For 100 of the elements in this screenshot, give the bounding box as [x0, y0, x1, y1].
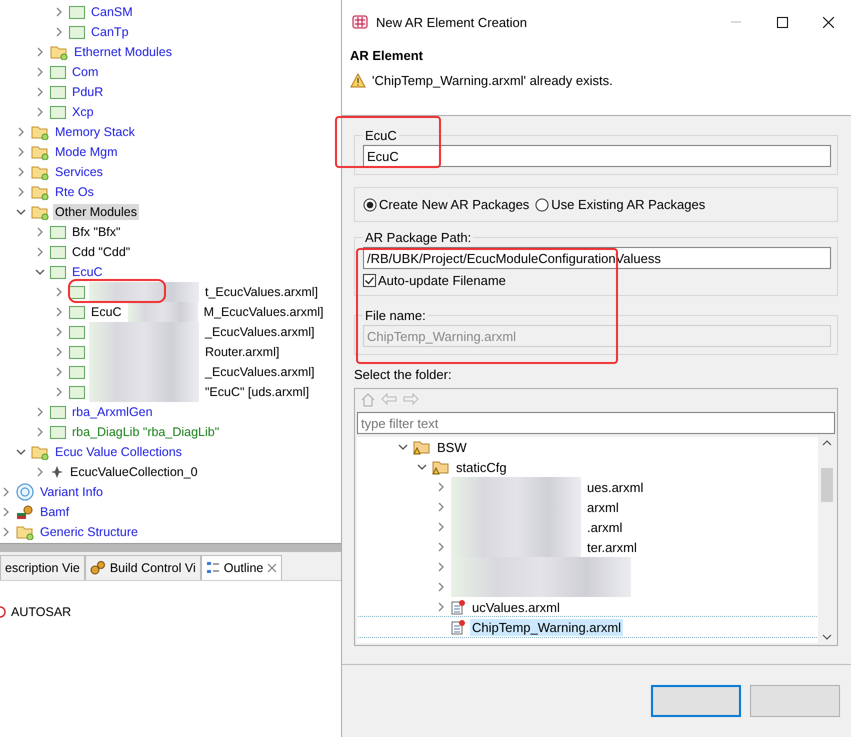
tree-item[interactable]: Bamf: [38, 504, 72, 520]
tree-item[interactable]: Bfx "Bfx": [70, 224, 122, 240]
tree-item[interactable]: M_EcucValues.arxml]: [202, 304, 326, 320]
folder-icon: [31, 164, 49, 180]
folder-tree-row[interactable]: .arxml: [357, 517, 818, 537]
tree-item[interactable]: CanSM: [89, 4, 135, 20]
tree-item[interactable]: "EcuC" [uds.arxml]: [203, 384, 312, 400]
maximize-icon: [776, 16, 788, 28]
tree-item[interactable]: Rte Os: [53, 184, 96, 200]
file-error-icon: [451, 619, 466, 635]
minimize-icon: [731, 21, 741, 23]
scroll-up-icon[interactable]: [822, 440, 832, 446]
tab-label: Build Control Vi: [110, 561, 196, 575]
folder-icon: [16, 524, 34, 540]
tree-item[interactable]: _EcucValues.arxml]: [203, 324, 317, 340]
circle-badge-icon: [16, 483, 34, 501]
tree-item[interactable]: rba_ArxmlGen: [70, 404, 155, 420]
module-icon: [50, 86, 66, 98]
filter-field[interactable]: type filter text: [357, 412, 835, 434]
folder-tree-row[interactable]: BSW: [357, 437, 818, 457]
app-icon: [352, 14, 368, 30]
tree-item[interactable]: _EcucValues.arxml]: [203, 364, 317, 380]
tree-item[interactable]: Services: [53, 164, 105, 180]
folder-tree-row[interactable]: ues.arxml: [357, 477, 818, 497]
tree-item[interactable]: PduR: [70, 84, 106, 100]
view-tab[interactable]: Outline: [200, 555, 282, 580]
tree-item[interactable]: rba_DiagLib "rba_DiagLib": [70, 424, 222, 440]
folder-tree-item-label: .arxml: [586, 518, 624, 536]
folder-warning-icon: [432, 459, 450, 475]
module-icon: [69, 6, 85, 18]
checkbox-icon[interactable]: [363, 274, 376, 287]
auto-update-checkbox[interactable]: Auto-update Filename: [363, 273, 831, 288]
folder-icon: [31, 444, 49, 460]
module-icon: [50, 106, 66, 118]
group-label: File name:: [364, 308, 427, 323]
tree-item[interactable]: Com: [70, 64, 100, 80]
tree-item[interactable]: EcuC: [70, 264, 105, 280]
tree-item[interactable]: t_EcucValues.arxml]: [203, 284, 320, 300]
autosar-node-icon: [0, 606, 8, 618]
tab-label: Outline: [224, 561, 264, 575]
tree-item[interactable]: Ethernet Modules: [72, 44, 174, 60]
scrollbar-thumb[interactable]: [820, 468, 832, 502]
folder-tree-item-label: ucValues.arxml: [471, 598, 561, 616]
group-label: AR Package Path:: [364, 230, 472, 245]
gears-icon: [90, 560, 106, 576]
tree-item[interactable]: Xcp: [70, 104, 96, 120]
folder-icon: [31, 144, 49, 160]
folder-tree-item-label: ter.arxml: [586, 538, 638, 556]
tree-item[interactable]: Memory Stack: [53, 124, 137, 140]
module-icon: [69, 286, 85, 298]
scroll-down-icon[interactable]: [822, 634, 832, 640]
close-icon[interactable]: [267, 563, 278, 573]
tree-item[interactable]: Ecuc Value Collections: [53, 444, 184, 460]
folder-tree-row[interactable]: staticCfg: [357, 457, 818, 477]
folder-icon: [31, 204, 49, 220]
tree-item-label[interactable]: EcuC: [89, 304, 124, 320]
tree-item[interactable]: CanTp: [89, 24, 131, 40]
radio-icon[interactable]: [535, 198, 550, 212]
view-tab[interactable]: escription Vie: [0, 555, 85, 580]
folder-tree-row[interactable]: ChipTemp_Warning.arxml: [357, 617, 818, 637]
tree-item[interactable]: Other Modules: [53, 204, 139, 220]
folder-tree-item-label: BSW: [436, 438, 468, 456]
module-icon: [50, 426, 66, 438]
module-icon: [50, 246, 66, 258]
tree-item[interactable]: EcucValueCollection_0: [68, 464, 200, 480]
module-icon: [50, 406, 66, 418]
folder-tree-item-label: staticCfg: [455, 458, 508, 476]
package-radio[interactable]: Create New AR Packages: [363, 197, 530, 212]
module-icon: [50, 226, 66, 238]
name-field[interactable]: EcuC: [363, 145, 831, 167]
folder-icon: [31, 184, 49, 200]
outline-item[interactable]: AUTOSAR: [11, 605, 72, 619]
radio-selected-icon[interactable]: [363, 198, 377, 212]
dialog-button[interactable]: [651, 685, 741, 717]
module-icon: [69, 26, 85, 38]
module-icon: [69, 326, 85, 338]
folder-tree-row[interactable]: ucValues.arxml: [357, 597, 818, 617]
home-icon[interactable]: [361, 393, 375, 407]
folder-tree-row[interactable]: ter.arxml: [357, 537, 818, 557]
tree-item[interactable]: Variant Info: [38, 484, 106, 500]
tree-item[interactable]: Router.arxml]: [203, 344, 282, 360]
folder-warning-icon: [413, 439, 431, 455]
module-icon: [69, 386, 85, 398]
module-icon: [50, 266, 66, 278]
package-radio[interactable]: Use Existing AR Packages: [535, 197, 706, 212]
view-tab[interactable]: Build Control Vi: [84, 555, 201, 580]
tree-item[interactable]: Mode Mgm: [53, 144, 120, 160]
module-icon: [50, 66, 66, 78]
warning-message: 'ChipTemp_Warning.arxml' already exists.: [372, 73, 613, 88]
folder-tree-item-label: ues.arxml: [586, 478, 644, 496]
warning-icon: [350, 73, 366, 88]
folder-tree-item-label: ChipTemp_Warning.arxml: [470, 618, 624, 636]
folder-tree-row[interactable]: arxml: [357, 497, 818, 517]
gear-books-icon: [16, 503, 34, 521]
folder-label: Select the folder:: [354, 367, 453, 382]
tree-item[interactable]: Cdd "Cdd": [70, 244, 132, 260]
tree-item[interactable]: Generic Structure: [38, 524, 140, 540]
close-icon: [822, 16, 834, 28]
diamond-star-icon: [50, 465, 64, 479]
folder-icon: [50, 44, 68, 60]
